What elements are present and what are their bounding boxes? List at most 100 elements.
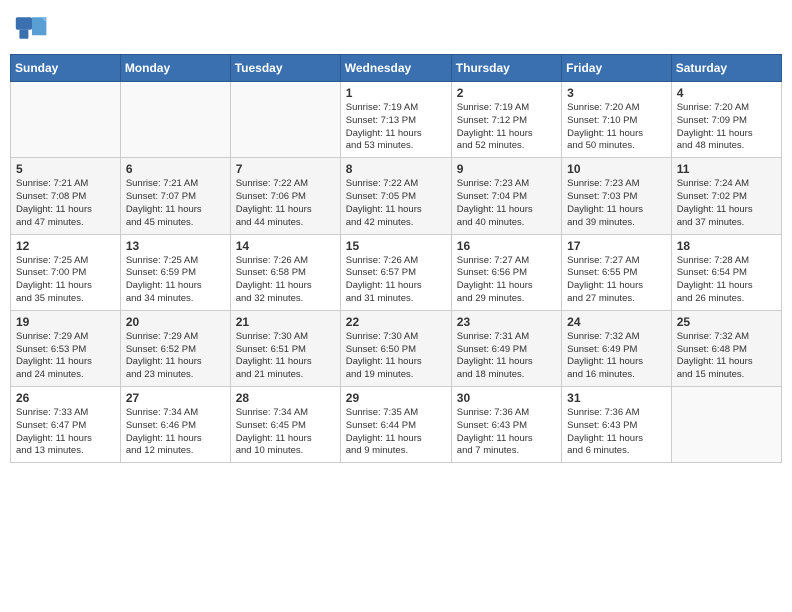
day-cell: 29Sunrise: 7:35 AM Sunset: 6:44 PM Dayli…	[340, 387, 451, 463]
day-info: Sunrise: 7:25 AM Sunset: 7:00 PM Dayligh…	[16, 255, 115, 306]
day-cell: 1 Sunrise: 7:19 AM Sunset: 7:13 PM Daylig…	[340, 82, 451, 158]
day-info: Sunrise: 7:22 AM Sunset: 7:05 PM Dayligh…	[346, 178, 446, 229]
weekday-header-friday: Friday	[562, 55, 672, 82]
day-cell	[11, 82, 121, 158]
day-number: 20	[126, 315, 225, 329]
weekday-header-tuesday: Tuesday	[230, 55, 340, 82]
day-cell: 30 Sunrise: 7:36 AM Sunset: 6:43 PM Dayli…	[451, 387, 561, 463]
day-info: Sunrise: 7:21 AM Sunset: 7:07 PM Dayligh…	[126, 178, 225, 229]
day-info: Sunrise: 7:26 AM Sunset: 6:57 PM Dayligh…	[346, 255, 446, 306]
day-cell: 19Sunrise: 7:29 AM Sunset: 6:53 PM Dayli…	[11, 310, 121, 386]
day-number: 31	[567, 391, 666, 405]
day-info: Sunrise: 7:20 AM Sunset: 7:09 PM Dayligh…	[677, 102, 776, 153]
day-number: 2	[457, 86, 556, 100]
day-cell: 9Sunrise: 7:23 AM Sunset: 7:04 PM Daylig…	[451, 158, 561, 234]
day-info: Sunrise: 7:36 AM Sunset: 6:43 PM Dayligh…	[457, 407, 556, 458]
day-info: Sunrise: 7:34 AM Sunset: 6:46 PM Dayligh…	[126, 407, 225, 458]
page-header	[10, 10, 782, 46]
day-info: Sunrise: 7:19 AM Sunset: 7:12 PM Dayligh…	[457, 102, 556, 153]
weekday-header-thursday: Thursday	[451, 55, 561, 82]
day-cell: 28 Sunrise: 7:34 AM Sunset: 6:45 PM Dayli…	[230, 387, 340, 463]
day-cell: 21Sunrise: 7:30 AM Sunset: 6:51 PM Dayli…	[230, 310, 340, 386]
day-cell: 23 Sunrise: 7:31 AM Sunset: 6:49 PM Dayli…	[451, 310, 561, 386]
day-cell: 8 Sunrise: 7:22 AM Sunset: 7:05 PM Daylig…	[340, 158, 451, 234]
day-cell: 7 Sunrise: 7:22 AM Sunset: 7:06 PM Daylig…	[230, 158, 340, 234]
day-cell: 10 Sunrise: 7:23 AM Sunset: 7:03 PM Dayli…	[562, 158, 672, 234]
day-number: 8	[346, 162, 446, 176]
day-info: Sunrise: 7:26 AM Sunset: 6:58 PM Dayligh…	[236, 255, 335, 306]
day-cell: 12Sunrise: 7:25 AM Sunset: 7:00 PM Dayli…	[11, 234, 121, 310]
weekday-header-row: SundayMondayTuesdayWednesdayThursdayFrid…	[11, 55, 782, 82]
day-cell: 6Sunrise: 7:21 AM Sunset: 7:07 PM Daylig…	[120, 158, 230, 234]
day-number: 13	[126, 239, 225, 253]
day-info: Sunrise: 7:32 AM Sunset: 6:48 PM Dayligh…	[677, 331, 776, 382]
day-info: Sunrise: 7:23 AM Sunset: 7:03 PM Dayligh…	[567, 178, 666, 229]
day-number: 14	[236, 239, 335, 253]
day-info: Sunrise: 7:30 AM Sunset: 6:51 PM Dayligh…	[236, 331, 335, 382]
weekday-header-wednesday: Wednesday	[340, 55, 451, 82]
day-info: Sunrise: 7:20 AM Sunset: 7:10 PM Dayligh…	[567, 102, 666, 153]
day-info: Sunrise: 7:33 AM Sunset: 6:47 PM Dayligh…	[16, 407, 115, 458]
day-number: 25	[677, 315, 776, 329]
weekday-header-monday: Monday	[120, 55, 230, 82]
day-info: Sunrise: 7:29 AM Sunset: 6:52 PM Dayligh…	[126, 331, 225, 382]
day-number: 3	[567, 86, 666, 100]
day-cell: 31Sunrise: 7:36 AM Sunset: 6:43 PM Dayli…	[562, 387, 672, 463]
day-number: 7	[236, 162, 335, 176]
day-number: 4	[677, 86, 776, 100]
day-info: Sunrise: 7:27 AM Sunset: 6:56 PM Dayligh…	[457, 255, 556, 306]
day-number: 5	[16, 162, 115, 176]
day-cell: 3 Sunrise: 7:20 AM Sunset: 7:10 PM Daylig…	[562, 82, 672, 158]
day-info: Sunrise: 7:31 AM Sunset: 6:49 PM Dayligh…	[457, 331, 556, 382]
day-info: Sunrise: 7:34 AM Sunset: 6:45 PM Dayligh…	[236, 407, 335, 458]
week-row-2: 5 Sunrise: 7:21 AM Sunset: 7:08 PM Daylig…	[11, 158, 782, 234]
day-cell: 5 Sunrise: 7:21 AM Sunset: 7:08 PM Daylig…	[11, 158, 121, 234]
day-number: 17	[567, 239, 666, 253]
day-cell: 27 Sunrise: 7:34 AM Sunset: 6:46 PM Dayli…	[120, 387, 230, 463]
day-number: 18	[677, 239, 776, 253]
day-number: 22	[346, 315, 446, 329]
weekday-header-sunday: Sunday	[11, 55, 121, 82]
day-info: Sunrise: 7:22 AM Sunset: 7:06 PM Dayligh…	[236, 178, 335, 229]
day-cell: 2 Sunrise: 7:19 AM Sunset: 7:12 PM Daylig…	[451, 82, 561, 158]
day-info: Sunrise: 7:25 AM Sunset: 6:59 PM Dayligh…	[126, 255, 225, 306]
logo	[14, 10, 54, 46]
day-number: 15	[346, 239, 446, 253]
day-number: 24	[567, 315, 666, 329]
day-info: Sunrise: 7:19 AM Sunset: 7:13 PM Dayligh…	[346, 102, 446, 153]
day-cell: 22 Sunrise: 7:30 AM Sunset: 6:50 PM Dayli…	[340, 310, 451, 386]
day-cell: 24 Sunrise: 7:32 AM Sunset: 6:49 PM Dayli…	[562, 310, 672, 386]
week-row-4: 19Sunrise: 7:29 AM Sunset: 6:53 PM Dayli…	[11, 310, 782, 386]
day-number: 27	[126, 391, 225, 405]
day-number: 28	[236, 391, 335, 405]
day-cell	[230, 82, 340, 158]
day-cell	[120, 82, 230, 158]
day-cell: 14 Sunrise: 7:26 AM Sunset: 6:58 PM Dayli…	[230, 234, 340, 310]
day-number: 30	[457, 391, 556, 405]
day-cell: 15 Sunrise: 7:26 AM Sunset: 6:57 PM Dayli…	[340, 234, 451, 310]
day-info: Sunrise: 7:28 AM Sunset: 6:54 PM Dayligh…	[677, 255, 776, 306]
day-number: 19	[16, 315, 115, 329]
weekday-header-saturday: Saturday	[671, 55, 781, 82]
day-info: Sunrise: 7:32 AM Sunset: 6:49 PM Dayligh…	[567, 331, 666, 382]
week-row-1: 1 Sunrise: 7:19 AM Sunset: 7:13 PM Daylig…	[11, 82, 782, 158]
day-cell: 17 Sunrise: 7:27 AM Sunset: 6:55 PM Dayli…	[562, 234, 672, 310]
calendar-table: SundayMondayTuesdayWednesdayThursdayFrid…	[10, 54, 782, 463]
day-cell: 26Sunrise: 7:33 AM Sunset: 6:47 PM Dayli…	[11, 387, 121, 463]
week-row-5: 26Sunrise: 7:33 AM Sunset: 6:47 PM Dayli…	[11, 387, 782, 463]
day-cell: 4 Sunrise: 7:20 AM Sunset: 7:09 PM Daylig…	[671, 82, 781, 158]
day-info: Sunrise: 7:27 AM Sunset: 6:55 PM Dayligh…	[567, 255, 666, 306]
day-info: Sunrise: 7:30 AM Sunset: 6:50 PM Dayligh…	[346, 331, 446, 382]
day-info: Sunrise: 7:35 AM Sunset: 6:44 PM Dayligh…	[346, 407, 446, 458]
day-number: 10	[567, 162, 666, 176]
day-cell: 25 Sunrise: 7:32 AM Sunset: 6:48 PM Dayli…	[671, 310, 781, 386]
day-cell	[671, 387, 781, 463]
day-number: 1	[346, 86, 446, 100]
day-cell: 18 Sunrise: 7:28 AM Sunset: 6:54 PM Dayli…	[671, 234, 781, 310]
day-cell: 11Sunrise: 7:24 AM Sunset: 7:02 PM Dayli…	[671, 158, 781, 234]
day-number: 16	[457, 239, 556, 253]
logo-icon	[14, 10, 50, 46]
day-info: Sunrise: 7:21 AM Sunset: 7:08 PM Dayligh…	[16, 178, 115, 229]
day-number: 23	[457, 315, 556, 329]
day-cell: 13 Sunrise: 7:25 AM Sunset: 6:59 PM Dayli…	[120, 234, 230, 310]
